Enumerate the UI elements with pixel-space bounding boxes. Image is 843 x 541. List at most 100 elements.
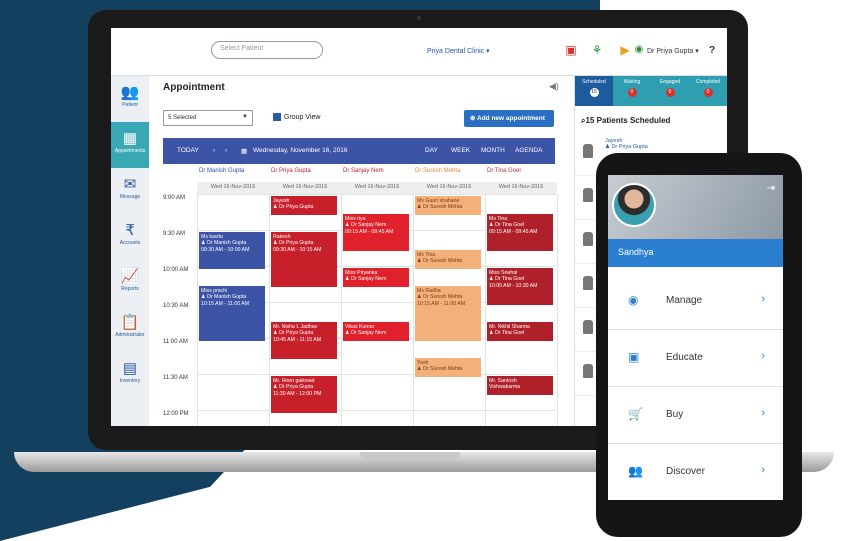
appointment-line: 10:15 AM - 11:00 AM <box>201 300 250 307</box>
appointment-block[interactable]: Ms Tina ♟ Dr Tina Goel 09:15 AM - 09:45 AM <box>487 214 553 251</box>
grid-column-line <box>413 194 414 426</box>
view-week[interactable]: WEEK <box>451 147 470 154</box>
status-waiting[interactable]: Waiting 0 <box>613 76 651 106</box>
chevron-right-icon: › <box>761 350 765 362</box>
appointment-block[interactable]: Mr. Hiren gaikwad ♟ Dr Priya Gupta 11:30 A… <box>271 376 337 413</box>
time-label: 11:30 AM <box>163 375 188 381</box>
appointment-line: 09:30 AM - 10:15 AM <box>273 246 322 253</box>
appointment-main: Appointment ◀) 5 Selected ▼ Group View ⊕ … <box>149 76 574 426</box>
appointment-block[interactable]: Miss riya ♟ Dr Sanjay Nem 09:15 AM - 09:45… <box>343 214 409 251</box>
phone-menu-label: Buy <box>666 409 684 420</box>
doctor-header: Dr Suresh Mehta <box>415 168 461 174</box>
appointment-line: 09:15 AM - 09:45 AM <box>345 228 394 235</box>
camera-icon[interactable]: ◉ <box>631 42 647 58</box>
status-completed[interactable]: Completed 0 <box>689 76 727 106</box>
sidebar-item-inventory[interactable]: ▤ Inventory <box>111 352 149 398</box>
select-patient-input[interactable]: Select Patient <box>211 41 323 59</box>
add-appointment-button[interactable]: ⊕ Add new appointment <box>464 110 554 127</box>
appointment-block[interactable]: Ms kavita ♟ Dr Manish Gupta 09:30 AM - 10:… <box>199 232 265 269</box>
status-bar: Scheduled 15 Waiting 0 Engaged 0 Completed 0 <box>575 76 727 106</box>
time-label: 12:00 PM <box>163 411 189 417</box>
help-icon[interactable]: ? <box>709 45 715 56</box>
time-label: 11:00 AM <box>163 339 188 345</box>
person-icon <box>583 320 593 334</box>
tooth-icon[interactable]: ⚘ <box>589 42 605 58</box>
appointment-block[interactable]: Mr. Santosh Vishwakarma <box>487 376 553 395</box>
calendar-icon: ▦ <box>122 130 138 147</box>
sidebar-item-label: Message <box>119 194 141 200</box>
grid-line <box>197 194 555 195</box>
status-label: Engaged <box>659 79 681 85</box>
appointment-block[interactable]: Ms Gauri shahane ♟ Dr Suresh Mehta <box>415 196 481 215</box>
avatar[interactable] <box>612 183 656 227</box>
chevron-right-icon: › <box>761 293 765 305</box>
phone-menu-buy[interactable]: 🛒 Buy › <box>608 387 783 444</box>
appointment-block[interactable]: Yash ♟ Dr Suresh Mehta <box>415 358 481 377</box>
status-engaged[interactable]: Engaged 0 <box>651 76 689 106</box>
person-icon <box>583 232 593 246</box>
sidebar-item-appointments[interactable]: ▦ Appointments <box>111 122 149 168</box>
appointment-block[interactable]: Miss prachi ♟ Dr Manish Gupta 10:15 AM - 1… <box>199 286 265 341</box>
appointment-block[interactable]: Miss Priyanka ♟ Dr Sanjay Nem <box>343 268 409 287</box>
time-label: 10:30 AM <box>163 303 189 309</box>
person-icon <box>583 276 593 290</box>
status-count: 0 <box>665 88 675 97</box>
appointment-block[interactable]: Jayesh ♟ Dr Priya Gupta <box>271 196 337 215</box>
group-view-checkbox[interactable]: Group View <box>273 113 320 121</box>
sidebar-item-label: Administrator <box>115 332 145 338</box>
doctor-menu[interactable]: Dr Priya Gupta ▾ <box>647 47 699 55</box>
status-scheduled[interactable]: Scheduled 15 <box>575 76 613 106</box>
page-title: Appointment <box>163 82 225 93</box>
appointment-line: 11:30 AM - 12:00 PM <box>273 390 322 397</box>
phone-menu: ◉ Manage › ▣ Educate › 🛒 Buy › 👥 Discover › <box>608 273 783 500</box>
educate-icon: ▣ <box>628 350 640 364</box>
phone-menu-manage[interactable]: ◉ Manage › <box>608 273 783 330</box>
status-count: 15 <box>589 88 599 97</box>
status-label: Completed <box>695 79 721 85</box>
appointment-line: ♟ Dr Priya Gupta <box>273 204 314 211</box>
alert-icon[interactable]: ▣ <box>563 42 579 58</box>
calendar-icon[interactable]: ▦ <box>241 147 247 155</box>
appointment-block[interactable]: Mr. Nikhil Sharma ♟ Dr Tina Goel <box>487 322 553 341</box>
column-date: Wed 16-Nov-2016 <box>282 184 328 190</box>
logout-icon[interactable]: ⇥ <box>767 183 775 194</box>
doctor-headers: Dr Manish Gupta Dr Priya Gupta Dr Sanjay N… <box>197 166 557 180</box>
discover-icon: 👥 <box>628 464 643 478</box>
sidebar-item-patient[interactable]: 👥 Patient <box>111 76 149 122</box>
phone-menu-educate[interactable]: ▣ Educate › <box>608 330 783 387</box>
sidebar-item-accounts[interactable]: ₹ Accounts <box>111 214 149 260</box>
appointment-line: ♟ Dr Suresh Mehta <box>417 258 463 265</box>
status-label: Scheduled <box>582 79 606 85</box>
today-button[interactable]: TODAY <box>177 147 199 154</box>
appointment-block[interactable]: Vikas Kumar ♟ Dr Sanjay Nem <box>343 322 409 341</box>
phone-menu-label: Discover <box>666 466 705 477</box>
date-row: Wed 16-Nov-2016 Wed 16-Nov-2016 Wed 16-Nov… <box>197 182 557 194</box>
column-date: Wed 16-Nov-2016 <box>498 184 544 190</box>
appointment-line: 10:00 AM - 10:30 AM <box>489 282 538 289</box>
appointment-line: 09:15 AM - 09:45 AM <box>489 228 538 235</box>
appointment-block[interactable]: Mr. Nisha L Jadhav ♟ Dr Priya Gupta 10:45 … <box>271 322 337 359</box>
view-day[interactable]: DAY <box>425 147 438 154</box>
sidebar-item-administrator[interactable]: 📋 Administrator <box>111 306 149 352</box>
view-agenda[interactable]: AGENDA <box>515 147 542 154</box>
message-icon: ✉ <box>123 176 137 193</box>
speaker-icon[interactable]: ◀) <box>549 81 559 92</box>
sidebar-item-message[interactable]: ✉ Message <box>111 168 149 214</box>
prev-button[interactable]: ‹ <box>213 147 215 154</box>
appointment-block[interactable]: Ms Tina ♟ Dr Suresh Mehta <box>415 250 481 269</box>
doctor-header: Dr Manish Gupta <box>199 168 245 174</box>
clinic-selector[interactable]: Priya Dental Clinic ▾ <box>427 47 490 55</box>
add-icon: ⊕ <box>470 115 478 122</box>
sidebar-item-reports[interactable]: 📈 Reports <box>111 260 149 306</box>
appointment-block[interactable]: Ms Radha ♟ Dr Suresh Mehta 10:15 AM - 11:0… <box>415 286 481 341</box>
checkbox-icon <box>273 113 281 121</box>
appointment-block[interactable]: Miss Snehal ♟ Dr Tina Goel 10:00 AM - 10:3… <box>487 268 553 305</box>
time-label: 9:00 AM <box>163 195 186 201</box>
next-button[interactable]: › <box>225 147 227 154</box>
view-month[interactable]: MONTH <box>481 147 505 154</box>
appointment-block[interactable]: Rakesh ♟ Dr Priya Gupta 09:30 AM - 10:15 A… <box>271 232 337 287</box>
column-date: Wed 16-Nov-2016 <box>354 184 400 190</box>
phone-menu-discover[interactable]: 👥 Discover › <box>608 444 783 500</box>
doctor-select[interactable]: 5 Selected ▼ <box>163 110 253 126</box>
status-label: Waiting <box>623 79 641 85</box>
